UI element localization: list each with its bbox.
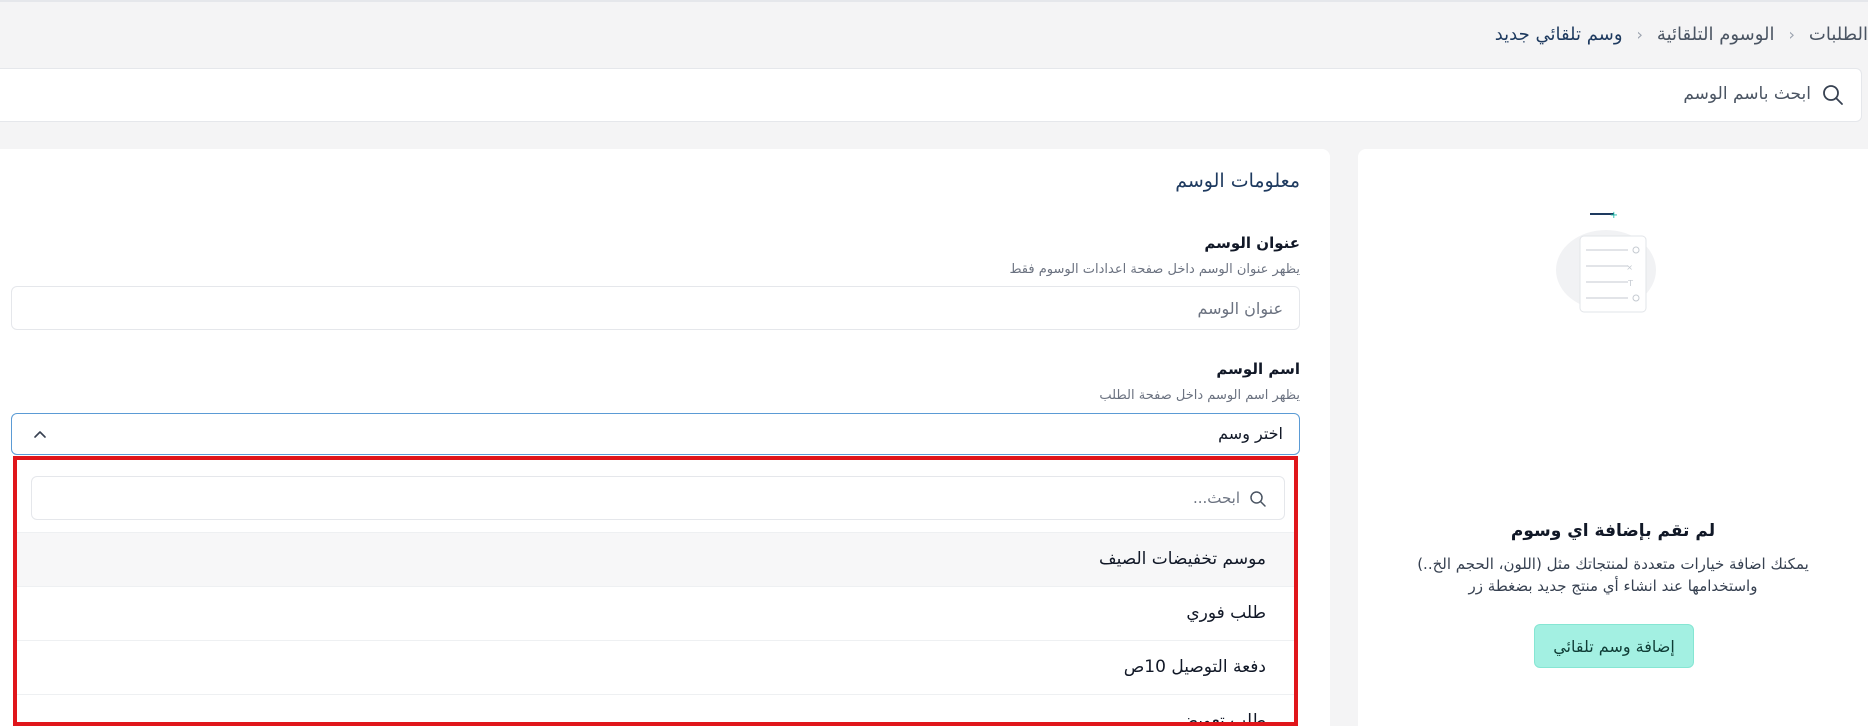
breadcrumb-item-orders[interactable]: الطلبات [1809, 24, 1868, 45]
search-icon [1250, 491, 1266, 507]
svg-text:+: + [1610, 210, 1618, 221]
svg-text:×: × [1626, 263, 1633, 272]
chevron-left-icon: ‹ [1788, 25, 1795, 44]
empty-state-description-line: واستخدامها عند انشاء أي منتج جديد بضغطة … [1468, 577, 1758, 595]
search-placeholder: ابحث باسم الوسم [1683, 84, 1811, 104]
top-bar: الطلبات ‹ الوسوم التلقائية ‹ وسم تلقائي … [0, 0, 1868, 66]
dropdown-search-input[interactable]: ابحث... [31, 476, 1285, 520]
dropdown-option-label: موسم تخفيضات الصيف [1099, 549, 1266, 569]
tag-name-hint: يظهر اسم الوسم داخل صفحة الطلب [1099, 388, 1300, 403]
tag-name-select[interactable]: اختر وسم [11, 413, 1300, 455]
form-section-title: معلومات الوسم [1175, 170, 1300, 192]
tag-name-selected-value: اختر وسم [1218, 424, 1283, 443]
breadcrumb-item-current: وسم تلقائي جديد [1494, 24, 1623, 45]
tag-title-placeholder: عنوان الوسم [1197, 299, 1283, 318]
empty-list-illustration-icon: + × T [1556, 210, 1656, 313]
dropdown-option[interactable]: طلب تعويض [17, 694, 1294, 726]
tag-name-label: اسم الوسم [1216, 360, 1300, 378]
dropdown-option[interactable]: طلب فوري [17, 586, 1294, 640]
tag-title-input[interactable]: عنوان الوسم [11, 286, 1300, 330]
tag-search-input[interactable]: ابحث باسم الوسم [0, 68, 1862, 122]
dropdown-option[interactable]: دفعة التوصيل 10ص [17, 640, 1294, 694]
chevron-up-icon [34, 431, 46, 438]
dropdown-search-placeholder: ابحث... [1192, 489, 1240, 507]
svg-text:T: T [1627, 279, 1633, 288]
empty-state-description: يمكنك اضافة خيارات متعددة لمنتجاتك مثل (… [1380, 553, 1846, 597]
empty-state-title: لم تقم بإضافة اي وسوم [1510, 521, 1716, 541]
tag-dropdown-panel: ابحث... موسم تخفيضات الصيف طلب فوري دفعة… [13, 456, 1298, 726]
breadcrumb-item-auto-tags[interactable]: الوسوم التلقائية [1657, 24, 1775, 45]
breadcrumb: الطلبات ‹ الوسوم التلقائية ‹ وسم تلقائي … [1495, 24, 1868, 45]
add-auto-tag-button[interactable]: إضافة وسم تلقائي [1534, 624, 1694, 668]
chevron-left-icon: ‹ [1636, 25, 1643, 44]
tag-title-label: عنوان الوسم [1204, 234, 1300, 252]
empty-state-description-line: يمكنك اضافة خيارات متعددة لمنتجاتك مثل (… [1417, 555, 1809, 573]
dropdown-option-label: دفعة التوصيل 10ص [1123, 657, 1266, 677]
tag-title-hint: يظهر عنوان الوسم داخل صفحة اعدادات الوسو… [1009, 262, 1300, 277]
dropdown-option-label: طلب فوري [1186, 603, 1266, 623]
dropdown-option-label: طلب تعويض [1177, 711, 1266, 726]
dropdown-option[interactable]: موسم تخفيضات الصيف [17, 532, 1294, 586]
search-icon [1823, 85, 1843, 105]
